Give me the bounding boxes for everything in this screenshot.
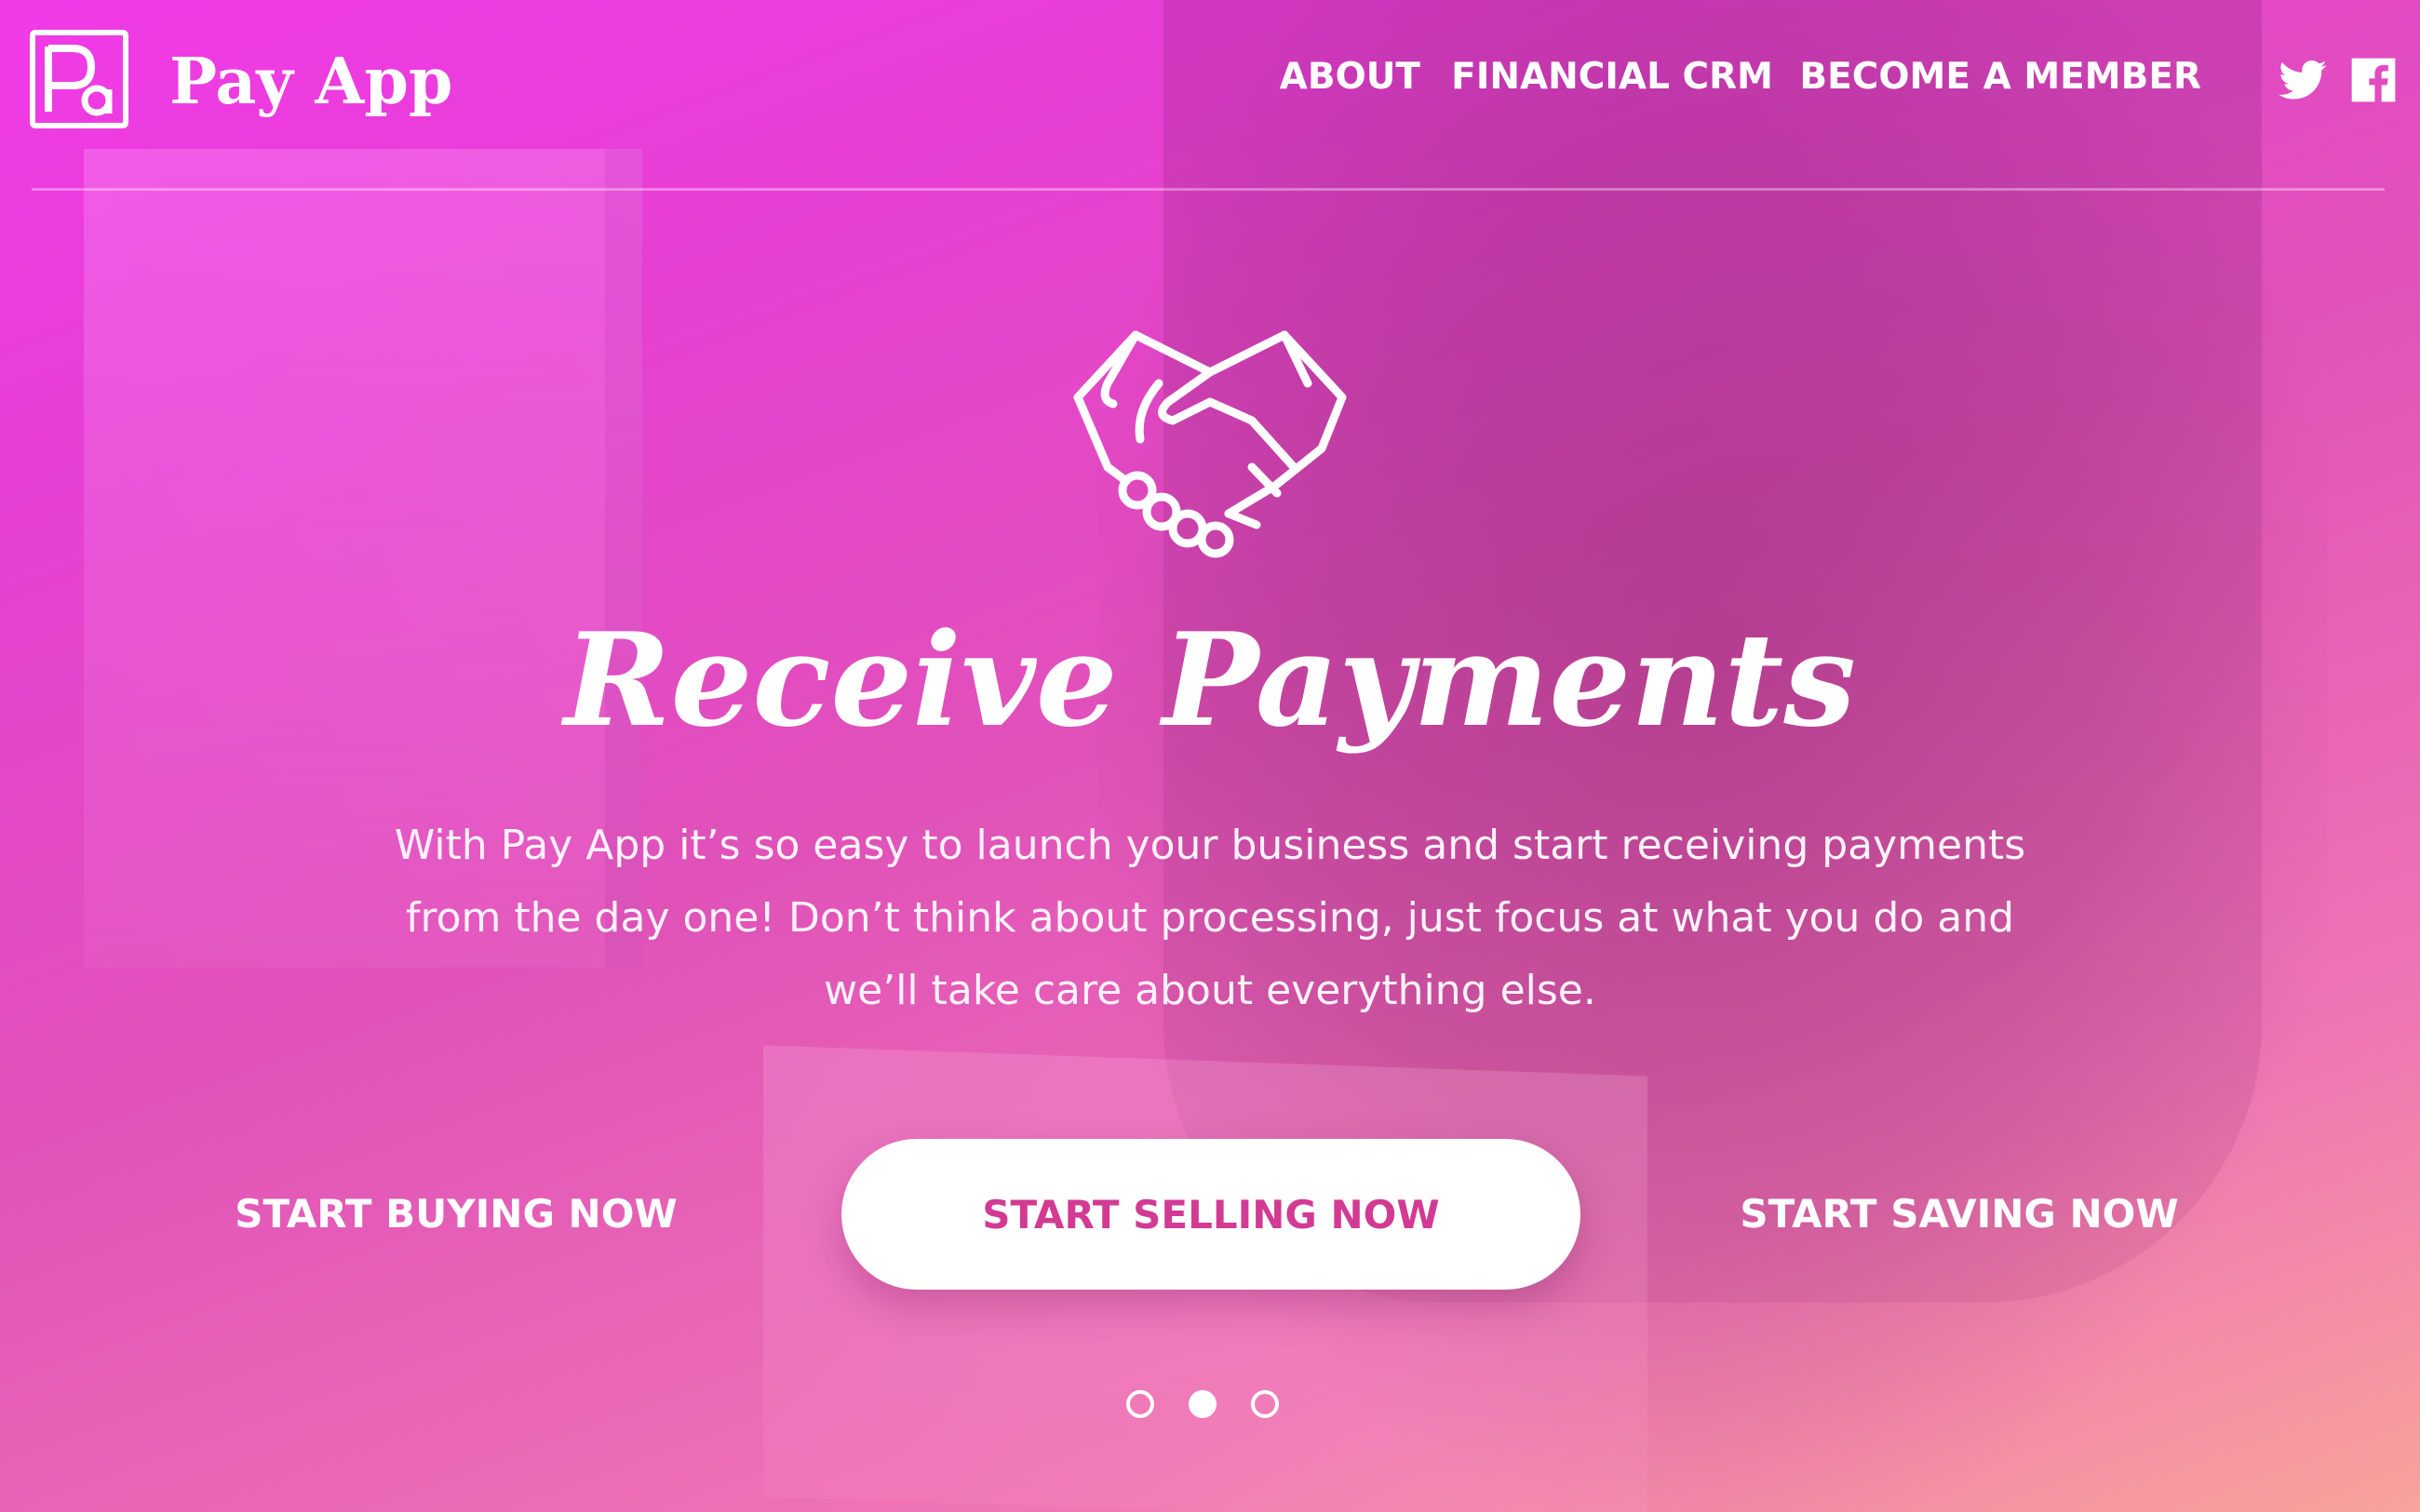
logo-icon[interactable]: [30, 30, 128, 128]
start-saving-button[interactable]: START SAVING NOW: [1703, 1139, 2215, 1288]
nav-item-become-a-member[interactable]: BECOME A MEMBER: [1799, 56, 2201, 98]
nav-item-financial-crm[interactable]: FINANCIAL CRM: [1451, 56, 1773, 98]
header-divider: [32, 188, 2385, 191]
start-selling-button[interactable]: START SELLING NOW: [841, 1139, 1580, 1290]
facebook-icon[interactable]: [2347, 54, 2400, 106]
handshake-icon: [1070, 328, 1350, 569]
start-buying-button[interactable]: START BUYING NOW: [214, 1139, 698, 1288]
nav-item-about[interactable]: ABOUT: [1280, 56, 1420, 98]
carousel-dot-2-active[interactable]: [1189, 1390, 1217, 1418]
main-nav: ABOUT FINANCIAL CRM BECOME A MEMBER: [1210, 0, 2420, 158]
site-header: Pay App ABOUT FINANCIAL CRM BECOME A MEM…: [0, 0, 2420, 188]
carousel-dot-3[interactable]: [1251, 1390, 1279, 1418]
carousel-dot-1[interactable]: [1126, 1390, 1154, 1418]
carousel-dots: [1126, 1390, 1294, 1420]
landing-page: Pay App ABOUT FINANCIAL CRM BECOME A MEM…: [0, 0, 2420, 1512]
hero-description: With Pay App it’s so easy to launch your…: [394, 822, 2026, 1014]
logo-glyph: [45, 45, 113, 116]
brand-name[interactable]: Pay App: [169, 45, 452, 119]
hero-title: Receive Payments: [563, 604, 1857, 756]
twitter-icon[interactable]: [2277, 54, 2329, 106]
